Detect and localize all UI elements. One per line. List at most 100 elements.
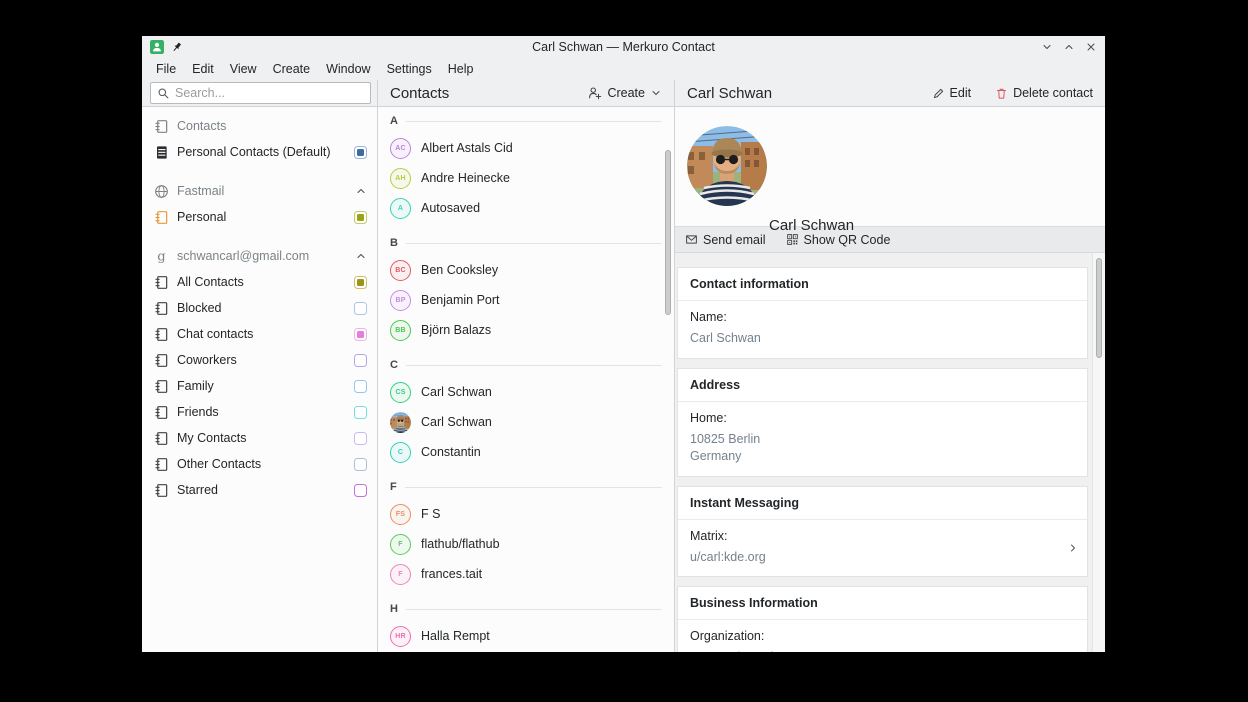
delete-contact-button[interactable]: Delete contact — [995, 86, 1093, 100]
sidebar-item-label: My Contacts — [177, 431, 247, 445]
menu-window[interactable]: Window — [318, 57, 378, 80]
titlebar[interactable]: Carl Schwan — Merkuro Contact — [142, 36, 1105, 57]
collection-checkbox[interactable] — [354, 145, 367, 159]
svg-text:g: g — [157, 249, 165, 263]
menu-help[interactable]: Help — [440, 57, 482, 80]
contact-row-constantin[interactable]: C Constantin — [390, 437, 662, 467]
collection-checkbox[interactable] — [354, 275, 367, 289]
show-qr-code-button[interactable]: Show QR Code — [786, 232, 891, 247]
sidebar-item-friends[interactable]: Friends — [142, 399, 377, 425]
address-book-icon — [154, 457, 169, 472]
sidebar-item-label: Personal Contacts (Default) — [177, 145, 331, 159]
globe-icon — [154, 184, 169, 199]
collection-checkbox[interactable] — [354, 405, 367, 419]
sidebar-group-fastmail[interactable]: Fastmail — [142, 178, 377, 204]
sidebar-item-blocked[interactable]: Blocked — [142, 295, 377, 321]
contact-row-autosaved[interactable]: A Autosaved — [390, 193, 662, 223]
detail-scrollbar-track[interactable] — [1092, 253, 1105, 652]
contact-row-benjamin-port[interactable]: BP Benjamin Port — [390, 285, 662, 315]
sidebar-item-label: All Contacts — [177, 275, 244, 289]
contact-initials-avatar: C — [390, 441, 411, 463]
contact-initials-avatar: F — [390, 563, 411, 585]
chevron-up-icon[interactable] — [355, 250, 367, 262]
address-book-icon — [154, 275, 169, 290]
collection-checkbox[interactable] — [354, 353, 367, 367]
contact-initials-avatar: AC — [390, 137, 411, 159]
collection-checkbox[interactable] — [354, 483, 367, 497]
collection-checkbox[interactable] — [354, 431, 367, 445]
sidebar-item-personal-contacts-default[interactable]: Personal Contacts (Default) — [142, 139, 377, 165]
contact-row-name: Autosaved — [421, 201, 481, 215]
collection-checkbox[interactable] — [354, 210, 367, 224]
action-button-label: Show QR Code — [803, 232, 891, 247]
menu-edit[interactable]: Edit — [184, 57, 222, 80]
field-label: Home: — [690, 410, 727, 425]
menu-create[interactable]: Create — [265, 57, 319, 80]
contact-initials-avatar: F — [390, 533, 411, 555]
pencil-icon — [932, 87, 945, 100]
section-divider — [405, 608, 662, 610]
contact-row-name: flathub/flathub — [421, 537, 500, 551]
sidebar-item-label: Chat contacts — [177, 327, 254, 341]
field-matrix[interactable]: Matrix: u/carl:kde.org — [678, 520, 1087, 577]
contact-row-halla-rempt[interactable]: HR Halla Rempt — [390, 621, 662, 651]
contact-row-f-s[interactable]: FS F S — [390, 499, 662, 529]
maximize-button[interactable] — [1063, 41, 1075, 53]
edit-button[interactable]: Edit — [932, 86, 971, 100]
close-button[interactable] — [1085, 41, 1097, 53]
collection-checkbox[interactable] — [354, 379, 367, 393]
menu-view[interactable]: View — [222, 57, 265, 80]
collection-checkbox[interactable] — [354, 327, 367, 341]
contact-row-carl-schwan[interactable]: Carl Schwan — [390, 407, 662, 437]
sidebar-item-label: Other Contacts — [177, 457, 262, 471]
sidebar-item-contacts[interactable]: Contacts — [142, 113, 377, 139]
sidebar-item-other-contacts[interactable]: Other Contacts — [142, 451, 377, 477]
qr-icon — [786, 233, 799, 246]
address-book-icon — [154, 405, 169, 420]
contact-row-carl-schwan[interactable]: CS Carl Schwan — [390, 377, 662, 407]
section-letter: H — [390, 603, 398, 615]
sidebar-item-chat-contacts[interactable]: Chat contacts — [142, 321, 377, 347]
card-title: Business Information — [678, 587, 1087, 620]
create-button[interactable]: Create — [588, 86, 662, 100]
minimize-button[interactable] — [1041, 41, 1053, 53]
card-address: Address Home: 10825 Berlin Germany — [677, 367, 1088, 477]
sidebar-group-schwancarl-gmail-com[interactable]: g schwancarl@gmail.com — [142, 243, 377, 269]
sidebar-item-family[interactable]: Family — [142, 373, 377, 399]
sidebar-item-my-contacts[interactable]: My Contacts — [142, 425, 377, 451]
collection-checkbox[interactable] — [354, 457, 367, 471]
detail-header-actions: Edit Delete contact — [932, 86, 1093, 100]
sidebar-item-label: Contacts — [177, 119, 227, 133]
contact-row-name: Ben Cooksley — [421, 263, 499, 277]
card-title: Instant Messaging — [678, 487, 1087, 520]
collection-checkbox[interactable] — [354, 301, 367, 315]
contact-row-name: Benjamin Port — [421, 293, 500, 307]
contact-row-flathub-flathub[interactable]: Fflathub/flathub — [390, 529, 662, 559]
contact-row-frances-tait[interactable]: Ffrances.tait — [390, 559, 662, 589]
contact-row-ben-cooksley[interactable]: BC Ben Cooksley — [390, 255, 662, 285]
send-email-button[interactable]: Send email — [685, 233, 766, 247]
field-value: G10 Code GmbH — [690, 649, 1075, 652]
menu-file[interactable]: File — [148, 57, 184, 80]
sidebar-item-starred[interactable]: Starred — [142, 477, 377, 503]
chevron-down-icon — [650, 87, 662, 99]
search-input[interactable] — [175, 86, 364, 100]
contact-row-andre-heinecke[interactable]: AH Andre Heinecke — [390, 163, 662, 193]
contact-list-header: Contacts Create — [378, 80, 674, 107]
chevron-up-icon[interactable] — [355, 185, 367, 197]
sidebar: Contacts Personal Contacts (Default) Fastm… — [142, 80, 377, 652]
sidebar-item-coworkers[interactable]: Coworkers — [142, 347, 377, 373]
contact-list-scrollbar[interactable] — [665, 150, 671, 315]
detail-scrollbar-thumb[interactable] — [1096, 258, 1102, 358]
app-window: Carl Schwan — Merkuro Contact File Edit Vi… — [142, 36, 1105, 652]
menu-settings[interactable]: Settings — [379, 57, 440, 80]
contact-row-albert-astals-cid[interactable]: AC Albert Astals Cid — [390, 133, 662, 163]
contact-detail-body: Contact information Name: Carl Schwan Addre… — [675, 253, 1105, 652]
trash-icon — [995, 87, 1008, 100]
contact-row-hubert-figui-re[interactable]: HFhubert figuière — [390, 651, 662, 652]
sidebar-item-all-contacts[interactable]: All Contacts — [142, 269, 377, 295]
search-box[interactable] — [150, 82, 371, 104]
contact-initials-avatar: BC — [390, 259, 411, 281]
contact-row-bj-rn-balazs[interactable]: BB Björn Balazs — [390, 315, 662, 345]
sidebar-item-personal[interactable]: Personal — [142, 204, 377, 230]
